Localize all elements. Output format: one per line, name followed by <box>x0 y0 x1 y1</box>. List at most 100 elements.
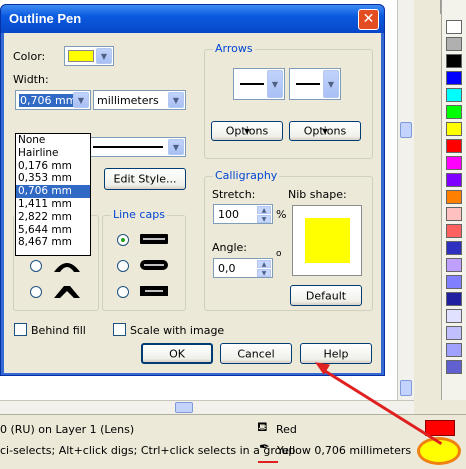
units-value: millimeters <box>97 94 159 107</box>
line-style-preview <box>93 146 163 148</box>
nib-shape-label: Nib shape: <box>288 188 347 201</box>
palette-swatch[interactable] <box>446 105 462 119</box>
chevron-down-icon: ▼ <box>73 92 89 108</box>
color-picker[interactable]: ▼ <box>64 46 114 66</box>
palette-swatch[interactable] <box>446 20 462 34</box>
palette-swatch[interactable] <box>446 292 462 306</box>
units-combo[interactable]: millimeters ▼ <box>93 90 186 110</box>
scroll-down-button[interactable] <box>400 380 412 396</box>
behind-fill-label: Behind fill <box>31 324 86 337</box>
status-layer-info: 0 (RU) on Layer 1 (Lens) <box>0 423 135 436</box>
dialog-title: Outline Pen <box>9 11 82 26</box>
width-option[interactable]: None <box>16 134 90 147</box>
round-cap-icon <box>140 260 168 270</box>
width-option[interactable]: Hairline <box>16 147 90 160</box>
width-value: 0,706 mm <box>19 94 78 107</box>
end-arrow-options-button[interactable]: Options ▾ <box>289 121 361 141</box>
palette-swatch[interactable] <box>446 326 462 340</box>
close-button[interactable]: ✕ <box>358 9 379 30</box>
end-arrow-preview <box>296 83 320 85</box>
status-fill-color: Red <box>276 423 297 436</box>
width-option[interactable]: 0,706 mm <box>16 185 90 198</box>
butt-cap-icon <box>140 234 168 244</box>
horizontal-scrollbar[interactable] <box>0 400 414 414</box>
palette-swatch[interactable] <box>446 173 462 187</box>
palette-swatch[interactable] <box>446 37 462 51</box>
help-button[interactable]: Help <box>300 343 372 364</box>
stretch-spinner[interactable]: 100 ▲ ▼ <box>213 204 273 224</box>
color-palette[interactable] <box>441 0 466 400</box>
angle-value: 0,0 <box>218 262 236 275</box>
nib-shape-square <box>305 218 350 263</box>
width-option[interactable]: 0,353 mm <box>16 172 90 185</box>
width-combo[interactable]: 0,706 mm ▼ <box>15 90 91 110</box>
scale-with-image-checkbox[interactable] <box>113 323 126 336</box>
spin-up-icon[interactable]: ▲ <box>257 260 271 268</box>
status-outline-info: Yellow 0,706 millimeters <box>277 444 412 457</box>
round-corner-icon <box>54 263 80 272</box>
ok-label: OK <box>169 347 185 360</box>
vertical-scroll-thumb[interactable] <box>400 122 412 138</box>
palette-swatch[interactable] <box>446 122 462 136</box>
bevel-corner-icon <box>54 286 80 298</box>
palette-swatch[interactable] <box>446 360 462 374</box>
fill-bucket-icon: ⛾ <box>257 420 268 435</box>
ok-button[interactable]: OK <box>141 343 213 364</box>
palette-swatch[interactable] <box>446 54 462 68</box>
start-arrow-combo[interactable]: ▼ <box>233 68 285 100</box>
horizontal-scroll-thumb[interactable] <box>175 402 193 413</box>
chevron-down-icon: ▼ <box>96 48 112 64</box>
palette-swatch[interactable] <box>446 207 462 221</box>
dropdown-arrow-icon: ▾ <box>244 124 250 138</box>
status-hint-text: ci-selects; Alt+click digs; Ctrl+click s… <box>0 444 296 457</box>
width-option[interactable]: 2,822 mm <box>16 211 90 224</box>
cancel-button[interactable]: Cancel <box>220 343 292 364</box>
end-arrow-combo[interactable]: ▼ <box>289 68 341 100</box>
outline-pen-icon: ✒ <box>259 440 270 455</box>
palette-swatch[interactable] <box>446 343 462 357</box>
chevron-down-icon: ▼ <box>267 70 283 98</box>
style-combo[interactable]: ▼ <box>89 137 186 157</box>
palette-swatch[interactable] <box>446 139 462 153</box>
vertical-scrollbar[interactable] <box>397 0 414 400</box>
palette-swatch[interactable] <box>446 224 462 238</box>
width-label: Width: <box>13 73 49 86</box>
chevron-down-icon: ▼ <box>323 70 339 98</box>
arrows-group: Arrows ▼ ▼ Options ▾ Options ▾ <box>204 42 373 159</box>
dialog-body: Color: ▼ Width: 0,706 mm ▼ millimeters ▼… <box>4 33 381 373</box>
width-option[interactable]: 5,644 mm <box>16 224 90 237</box>
width-option[interactable]: 0,176 mm <box>16 160 90 173</box>
dialog-titlebar[interactable]: Outline Pen ✕ <box>1 5 384 33</box>
edit-style-button[interactable]: Edit Style... <box>104 168 186 190</box>
palette-swatch[interactable] <box>446 156 462 170</box>
corner-round-radio[interactable] <box>30 260 42 272</box>
palette-swatch[interactable] <box>446 241 462 255</box>
spin-down-icon[interactable]: ▼ <box>257 215 271 223</box>
palette-swatch[interactable] <box>446 275 462 289</box>
spin-down-icon[interactable]: ▼ <box>257 269 271 277</box>
default-label: Default <box>305 289 347 302</box>
corner-bevel-radio[interactable] <box>30 286 42 298</box>
cap-square-radio[interactable] <box>117 286 129 298</box>
palette-swatch[interactable] <box>446 258 462 272</box>
width-dropdown-list[interactable]: None Hairline 0,176 mm 0,353 mm 0,706 mm 1,41… <box>15 133 91 256</box>
default-button[interactable]: Default <box>290 285 362 306</box>
palette-swatch[interactable] <box>446 309 462 323</box>
nib-shape-preview[interactable] <box>292 205 362 276</box>
help-label: Help <box>323 347 349 360</box>
palette-swatch[interactable] <box>446 190 462 204</box>
width-option[interactable]: 8,467 mm <box>16 236 90 249</box>
palette-swatch[interactable] <box>446 88 462 102</box>
start-arrow-options-button[interactable]: Options ▾ <box>211 121 283 141</box>
calligraphy-title: Calligraphy <box>213 169 280 182</box>
spin-up-icon[interactable]: ▲ <box>257 206 271 214</box>
palette-swatch[interactable] <box>446 71 462 85</box>
angle-spinner[interactable]: 0,0 ▲ ▼ <box>213 258 273 278</box>
cap-round-radio[interactable] <box>117 260 129 272</box>
behind-fill-checkbox[interactable] <box>14 323 27 336</box>
scale-with-image-label: Scale with image <box>130 324 225 337</box>
angle-unit: o <box>276 249 282 259</box>
line-caps-group: Line caps <box>102 208 186 311</box>
width-option[interactable]: 1,411 mm <box>16 198 90 211</box>
cap-butt-radio[interactable] <box>117 234 129 246</box>
